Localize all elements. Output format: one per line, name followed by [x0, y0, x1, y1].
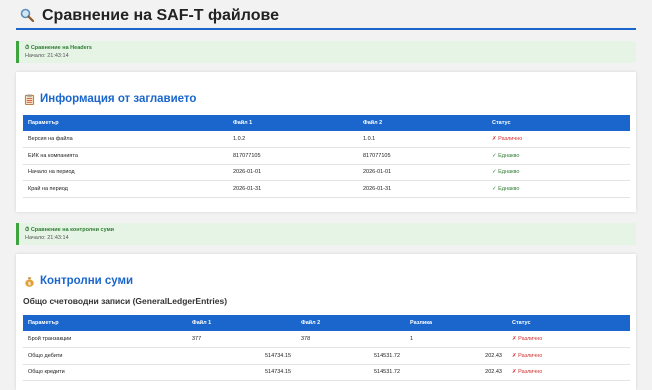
- table-row: Версия на файла 1.0.2 1.0.1 ✗ Различно: [23, 131, 630, 148]
- status-checksums-title: ⏱ Сравнение на контролни суми: [25, 227, 115, 233]
- file2-cell: 2026-01-01: [358, 164, 487, 181]
- status-cell: ✓ Еднакво: [487, 147, 630, 165]
- table-row: Общо кредити 514734.15 514531.72 202.43 …: [23, 364, 630, 381]
- status-checksums: ⏱ Сравнение на контролни суми Начало: 21…: [16, 223, 636, 245]
- status-cell: ✗ Различно: [507, 347, 630, 365]
- table-header-row: Параметър Файл 1 Файл 2 Статус: [23, 115, 630, 131]
- file2-cell: 514531.72: [296, 347, 405, 365]
- status-cell: ✗ Различно: [507, 364, 630, 381]
- page-title: Сравнение на SAF-T файлове: [42, 7, 280, 24]
- file1-cell: 1.0.2: [228, 131, 358, 148]
- status-cell: ✗ Различно: [487, 131, 630, 148]
- param-cell: Версия на файла: [23, 131, 228, 148]
- file2-cell: 514531.72: [296, 364, 405, 381]
- column-header: Файл 1: [228, 115, 358, 131]
- checksums-heading: $ Контролни суми: [24, 275, 133, 287]
- param-cell: Край на период: [23, 180, 228, 198]
- file1-cell: 817077105: [228, 147, 358, 165]
- column-header: Файл 1: [187, 315, 296, 331]
- status-checksums-time: Начало: 21:43:14: [25, 235, 69, 241]
- column-header: Разлика: [405, 315, 507, 331]
- column-header: Статус: [507, 315, 630, 331]
- status-headers-time: Начало: 21:43:14: [25, 53, 69, 59]
- table-row: ЕИК на компанията 817077105 817077105 ✓ …: [23, 147, 630, 165]
- file2-cell: 378: [296, 331, 405, 348]
- file2-cell: 2026-01-31: [358, 180, 487, 198]
- file1-cell: 2026-01-31: [228, 180, 358, 198]
- column-header: Файл 2: [296, 315, 405, 331]
- header-info-title: Информация от заглавието: [40, 93, 197, 105]
- param-cell: Общо кредити: [23, 364, 187, 381]
- param-cell: ЕИК на компанията: [23, 147, 228, 165]
- file1-cell: 377: [187, 331, 296, 348]
- table-row: Брой транзакции 377 378 1 ✗ Различно: [23, 331, 630, 348]
- file2-cell: 1.0.1: [358, 131, 487, 148]
- column-header: Параметър: [23, 115, 228, 131]
- svg-text:$: $: [28, 281, 31, 287]
- status-cell: ✗ Различно: [507, 331, 630, 348]
- param-cell: Брой транзакции: [23, 331, 187, 348]
- column-header: Параметър: [23, 315, 187, 331]
- clipboard-icon: [24, 93, 35, 105]
- magnifier-icon: [20, 8, 34, 22]
- table-header-row: Параметър Файл 1 Файл 2 Разлика Статус: [23, 315, 630, 331]
- status-cell: ✓ Еднакво: [487, 164, 630, 181]
- checksums-title: Контролни суми: [40, 275, 134, 287]
- diff-cell: 1: [405, 331, 507, 348]
- param-cell: Общо дебити: [23, 347, 187, 365]
- file1-cell: 2026-01-01: [228, 164, 358, 181]
- status-headers-title: ⏱ Сравнение на Headers: [25, 45, 92, 51]
- header-info-card: Информация от заглавието Параметър Файл …: [16, 72, 636, 212]
- status-cell: ✓ Еднакво: [487, 180, 630, 198]
- header-info-heading: Информация от заглавието: [24, 93, 196, 105]
- status-headers: ⏱ Сравнение на Headers Начало: 21:43:14: [16, 41, 636, 63]
- money-bag-icon: $: [25, 276, 34, 287]
- checksums-table: Параметър Файл 1 Файл 2 Разлика Статус Б…: [23, 315, 630, 381]
- header-info-table: Параметър Файл 1 Файл 2 Статус Версия на…: [23, 115, 630, 198]
- table-row: Начало на период 2026-01-01 2026-01-01 ✓…: [23, 164, 630, 181]
- column-header: Файл 2: [358, 115, 487, 131]
- column-header: Статус: [487, 115, 630, 131]
- file1-cell: 514734.15: [187, 364, 296, 381]
- table-row: Общо дебити 514734.15 514531.72 202.43 ✗…: [23, 347, 630, 365]
- file1-cell: 514734.15: [187, 347, 296, 365]
- diff-cell: 202.43: [405, 364, 507, 381]
- checksums-subtitle: Общо счетоводни записи (GeneralLedgerEnt…: [23, 296, 228, 306]
- table-row: Край на период 2026-01-31 2026-01-31 ✓ Е…: [23, 180, 630, 198]
- param-cell: Начало на период: [23, 164, 228, 181]
- page-header: Сравнение на SAF-T файлове: [16, 0, 636, 30]
- checksums-card: $ Контролни суми Общо счетоводни записи …: [16, 254, 636, 390]
- diff-cell: 202.43: [405, 347, 507, 365]
- file2-cell: 817077105: [358, 147, 487, 165]
